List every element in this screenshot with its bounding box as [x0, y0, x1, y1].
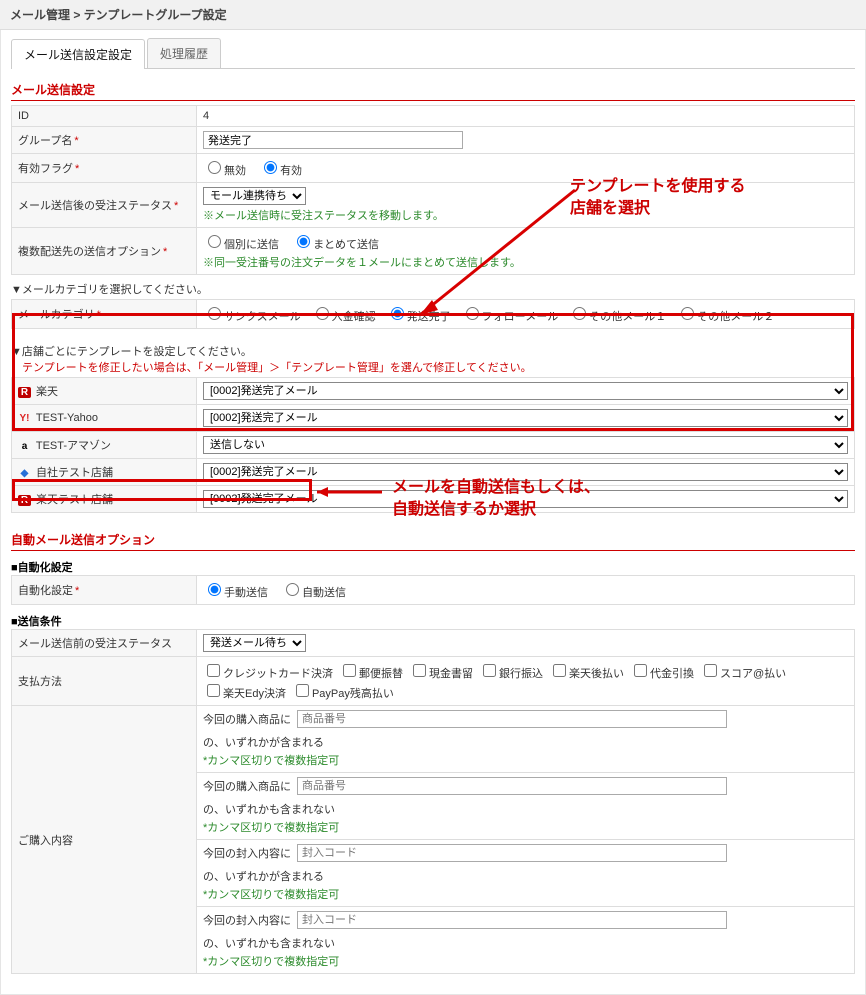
auto-manual[interactable]: 手動送信: [203, 587, 268, 599]
purchase-suffix: の、いずれかも含まれない: [203, 935, 335, 951]
enable-on[interactable]: 有効: [259, 165, 302, 177]
id-value: 4: [197, 106, 855, 127]
id-label: ID: [12, 106, 197, 127]
payment-option[interactable]: スコア@払い: [700, 661, 786, 681]
category-option[interactable]: サンクスメール: [203, 311, 301, 323]
store-header: ▼店舗ごとにテンプレートを設定してください。: [11, 343, 855, 359]
group-name-input[interactable]: [203, 131, 463, 149]
comma-hint: *カンマ区切りで複数指定可: [203, 886, 848, 902]
pre-status-select[interactable]: 発送メール待ち: [203, 634, 306, 652]
purchase-input[interactable]: [297, 911, 727, 929]
pay-label: 支払方法: [12, 657, 197, 706]
store-label: a TEST-アマゾン: [12, 432, 197, 459]
post-status-label: メール送信後の受注ステータス: [18, 200, 172, 212]
payment-option[interactable]: クレジットカード決済: [203, 661, 333, 681]
purchase-prefix: 今回の購入商品に: [203, 778, 291, 794]
category-label: メールカテゴリ: [18, 309, 95, 321]
multi-note: ※同一受注番号の注文データを１メールにまとめて送信します。: [203, 254, 848, 270]
auto-auto[interactable]: 自動送信: [281, 587, 346, 599]
category-option[interactable]: 発送完了: [386, 311, 451, 323]
cond-group-header: ■送信条件: [11, 613, 855, 629]
comma-hint: *カンマ区切りで複数指定可: [203, 953, 848, 969]
purchase-prefix: 今回の封入内容に: [203, 912, 291, 928]
category-option[interactable]: その他メール１: [568, 311, 666, 323]
purchase-suffix: の、いずれかが含まれる: [203, 734, 324, 750]
comma-hint: *カンマ区切りで複数指定可: [203, 752, 848, 768]
purchase-suffix: の、いずれかも含まれない: [203, 801, 335, 817]
purchase-label: ご購入内容: [12, 706, 197, 974]
store-template-select[interactable]: [0002]発送完了メール: [203, 409, 848, 427]
purchase-input[interactable]: [297, 710, 727, 728]
payment-option[interactable]: 銀行振込: [479, 661, 543, 681]
purchase-input[interactable]: [297, 844, 727, 862]
enable-label: 有効フラグ: [18, 163, 73, 175]
store-template-select[interactable]: 送信しない: [203, 436, 848, 454]
payment-option[interactable]: PayPay残高払い: [292, 681, 394, 701]
tab-history[interactable]: 処理履歴: [147, 38, 221, 68]
enable-off[interactable]: 無効: [203, 165, 246, 177]
payment-option[interactable]: 現金書留: [409, 661, 473, 681]
tab-mail-settings[interactable]: メール送信設定設定: [11, 39, 145, 69]
payment-option[interactable]: 楽天Edy決済: [203, 681, 286, 701]
comma-hint: *カンマ区切りで複数指定可: [203, 819, 848, 835]
multi-dest-label: 複数配送先の送信オプション: [18, 246, 161, 258]
store-label: ◆ 自社テスト店舗: [12, 459, 197, 486]
payment-option[interactable]: 楽天後払い: [549, 661, 624, 681]
store-label: Y! TEST-Yahoo: [12, 405, 197, 432]
store-template-select[interactable]: [0002]発送完了メール: [203, 382, 848, 400]
tab-bar: メール送信設定設定 処理履歴: [11, 38, 855, 69]
purchase-suffix: の、いずれかが含まれる: [203, 868, 324, 884]
purchase-prefix: 今回の封入内容に: [203, 845, 291, 861]
section-mail-settings: メール送信設定: [11, 81, 855, 101]
breadcrumb: メール管理 > テンプレートグループ設定: [0, 0, 866, 30]
auto-group-header: ■自動化設定: [11, 559, 855, 575]
category-option[interactable]: 入金確認: [311, 311, 376, 323]
store-label: R 楽天テスト店舗: [12, 486, 197, 513]
store-template-select[interactable]: [0002]発送完了メール: [203, 463, 848, 481]
mail-settings-table: ID 4 グループ名* 有効フラグ* 無効 有効 メール送信後の受注ステータス*…: [11, 105, 855, 275]
store-template-table: R 楽天 [0002]発送完了メール Y! TEST-Yahoo [0002]発送完了…: [11, 377, 855, 513]
category-header: ▼メールカテゴリを選択してください。: [11, 275, 855, 299]
post-status-note: ※メール送信時に受注ステータスを移動します。: [203, 207, 848, 223]
category-option[interactable]: フォローメール: [461, 311, 559, 323]
payment-option[interactable]: 郵便振替: [339, 661, 403, 681]
multi-individual[interactable]: 個別に送信: [203, 239, 279, 251]
store-label: R 楽天: [12, 378, 197, 405]
store-template-select[interactable]: [0002]発送完了メール: [203, 490, 848, 508]
group-label: グループ名: [18, 135, 72, 147]
post-status-select[interactable]: モール連携待ち: [203, 187, 306, 205]
auto-label: 自動化設定: [18, 585, 73, 597]
store-note: テンプレートを修正したい場合は、「メール管理」＞「テンプレート管理」を選んで修正…: [11, 359, 855, 375]
multi-batch[interactable]: まとめて送信: [292, 239, 379, 251]
category-option[interactable]: その他メール２: [676, 311, 774, 323]
section-auto-options: 自動メール送信オプション: [11, 531, 855, 551]
pre-status-label: メール送信前の受注ステータス: [12, 630, 197, 657]
purchase-input[interactable]: [297, 777, 727, 795]
purchase-prefix: 今回の購入商品に: [203, 711, 291, 727]
payment-option[interactable]: 代金引換: [630, 661, 694, 681]
